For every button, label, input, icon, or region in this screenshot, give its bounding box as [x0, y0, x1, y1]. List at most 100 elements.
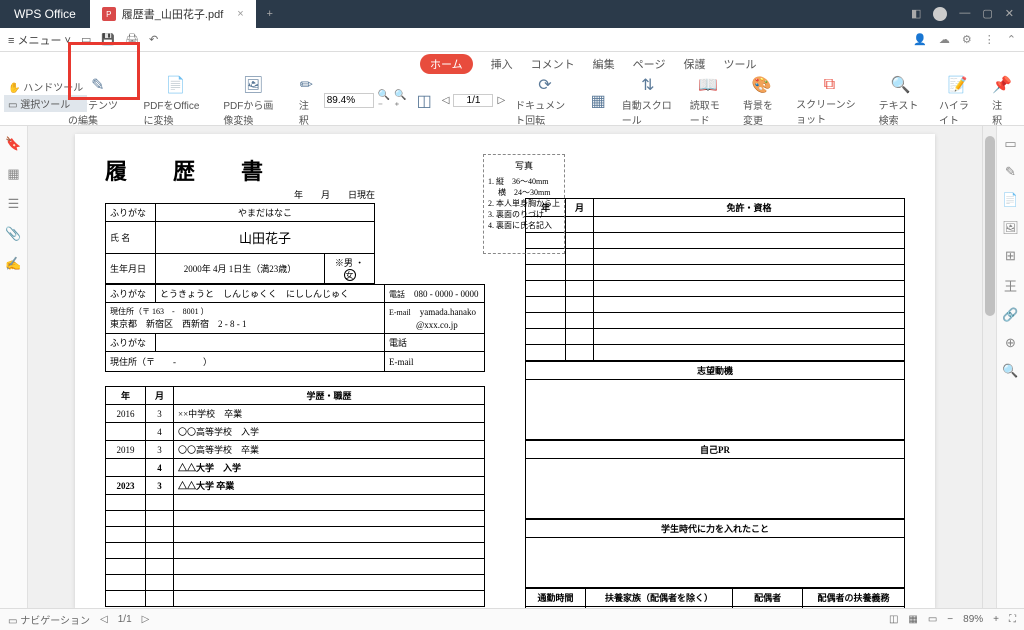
- screenshot-button[interactable]: ⧉スクリーンショット: [790, 76, 869, 126]
- left-sidebar: 🔖 ▦ ☰ 📎 ✍: [0, 126, 28, 608]
- rotate-icon: ⟳: [538, 75, 551, 95]
- sign-icon[interactable]: ✍: [5, 256, 21, 272]
- open-icon[interactable]: ▭: [81, 33, 91, 46]
- convert-icon: 📄: [165, 75, 185, 95]
- titlebar: WPS Office P 履歴書_山田花子.pdf × + ◧ — ▢ ✕: [0, 0, 1024, 28]
- pdf-icon: P: [102, 7, 116, 21]
- statusbar: ▭ ナビゲーション ◁ 1/1 ▷ ◫ ▦ ▭ − 89% + ⛶: [0, 608, 1024, 630]
- zoom-out-status[interactable]: −: [947, 614, 953, 625]
- highlight-icon: 📝: [948, 75, 968, 95]
- nav-toggle[interactable]: ▭ ナビゲーション: [8, 612, 90, 627]
- status-prev[interactable]: ◁: [100, 614, 108, 625]
- next-page-icon[interactable]: ▷: [497, 95, 505, 106]
- zoom-in-icon[interactable]: 🔍⁺: [394, 90, 406, 112]
- outline-icon[interactable]: ☰: [8, 196, 20, 212]
- layout-icon: ▦: [591, 91, 606, 111]
- bookmark-icon[interactable]: 🔖: [5, 136, 21, 152]
- tool5-icon[interactable]: ⊞: [1005, 248, 1016, 264]
- zoom-controls: 🔍⁻ 🔍⁺: [324, 90, 407, 112]
- page-input[interactable]: [453, 94, 493, 107]
- hand-tool[interactable]: ✋ ハンドツール: [4, 78, 87, 95]
- select-tool[interactable]: ▭ 選択ツール: [4, 95, 87, 112]
- tab-home[interactable]: ホーム: [420, 54, 473, 74]
- education-table: 年月学歴・職歴 20163××中学校 卒業 4〇〇高等学校 入学 20193〇〇…: [105, 386, 485, 607]
- thumbnail-icon[interactable]: ▦: [7, 166, 19, 182]
- student-table: 学生時代に力を入れたこと: [525, 519, 905, 588]
- zoom-out-icon[interactable]: 🔍⁻: [378, 90, 390, 112]
- cloud-icon[interactable]: ☁: [939, 33, 950, 46]
- layout-button[interactable]: ▦: [585, 91, 612, 111]
- tool9-icon[interactable]: 🔍: [1002, 363, 1018, 379]
- menu-dropdown[interactable]: ≡ メニュー ˅: [8, 32, 71, 48]
- annotate-icon: ✏: [300, 75, 313, 95]
- tool-select-group: ✋ ハンドツール ▭ 選択ツール: [4, 78, 87, 112]
- search-icon: 🔍: [891, 75, 911, 95]
- fit-icon: ◫: [417, 91, 432, 111]
- view3-icon[interactable]: ▭: [928, 614, 937, 625]
- table-row: 4〇〇高等学校 入学: [106, 423, 485, 441]
- zoom-in-status[interactable]: +: [993, 614, 999, 625]
- fullscreen-icon[interactable]: ⛶: [1009, 614, 1016, 625]
- table-row: 20163××中学校 卒業: [106, 405, 485, 423]
- tool4-icon[interactable]: 🖼: [1002, 220, 1019, 236]
- highlight-button[interactable]: 📝ハイライト: [933, 75, 982, 127]
- tab-comment[interactable]: コメント: [531, 56, 575, 72]
- pdf-to-office-button[interactable]: 📄PDFをOfficeに変換: [138, 75, 214, 127]
- tool1-icon[interactable]: ▭: [1004, 136, 1016, 152]
- tab-protect[interactable]: 保護: [683, 56, 705, 72]
- autoscroll-button[interactable]: ⇅自動スクロール: [616, 75, 680, 127]
- pr-table: 自己PR: [525, 440, 905, 519]
- new-tab-button[interactable]: +: [256, 8, 284, 20]
- prev-page-icon[interactable]: ◁: [442, 95, 450, 106]
- workspace: 🔖 ▦ ☰ 📎 ✍ 写真 1. 縦 36〜40mm 横 24〜30mm 2. 本…: [0, 126, 1024, 608]
- page-nav: ◁ ▷: [442, 94, 505, 107]
- vertical-scrollbar[interactable]: [982, 126, 996, 608]
- save-icon[interactable]: 💾: [101, 33, 115, 46]
- settings-icon[interactable]: ⚙: [962, 33, 972, 46]
- edit-icon: ✎: [91, 75, 104, 95]
- user2-icon[interactable]: 👤: [913, 33, 927, 46]
- view2-icon[interactable]: ▦: [908, 614, 917, 625]
- annotate-button[interactable]: ✏注釈: [293, 75, 320, 127]
- tab-filename: 履歴書_山田花子.pdf: [122, 6, 223, 22]
- fit-button[interactable]: ◫: [411, 91, 438, 111]
- pdf-page: 写真 1. 縦 36〜40mm 横 24〜30mm 2. 本人単身胸から上 3.…: [75, 134, 935, 608]
- user-icon[interactable]: [933, 7, 947, 21]
- table-row: 20233△△大学 卒業: [106, 477, 485, 495]
- print-icon[interactable]: 🖨: [125, 33, 139, 46]
- textsearch-button[interactable]: 🔍テキスト検索: [873, 75, 929, 127]
- status-next[interactable]: ▷: [142, 614, 150, 625]
- personal-info-table: ふりがなやまだはなこ 氏 名山田花子 生年月日2000年 4月 1日生（満23歳…: [105, 203, 375, 284]
- document-tab[interactable]: P 履歴書_山田花子.pdf ×: [90, 0, 256, 28]
- undo-icon[interactable]: ↶: [149, 33, 158, 46]
- annot2-button[interactable]: 📌注釈: [986, 75, 1018, 127]
- attach-icon[interactable]: 📎: [5, 226, 21, 242]
- tab-tool[interactable]: ツール: [723, 56, 756, 72]
- tab-edit[interactable]: 編集: [593, 56, 615, 72]
- tool8-icon[interactable]: ⊕: [1005, 335, 1016, 351]
- rotate-button[interactable]: ⟳ドキュメント回転: [509, 75, 580, 127]
- pdf-to-image-button[interactable]: 🖼PDFから画像変換: [217, 75, 288, 127]
- zoom-input[interactable]: [324, 93, 374, 108]
- motive-table: 志望動機: [525, 361, 905, 440]
- more-icon[interactable]: ⋮: [984, 33, 995, 46]
- tool3-icon[interactable]: 📄: [1002, 192, 1018, 208]
- scrollbar-thumb[interactable]: [985, 136, 995, 316]
- background-button[interactable]: 🎨背景を変更: [737, 75, 786, 127]
- collapse-icon[interactable]: ⌃: [1007, 33, 1016, 46]
- tool7-icon[interactable]: 🔗: [1002, 307, 1018, 323]
- skin-icon[interactable]: ◧: [911, 7, 921, 21]
- maximize-icon[interactable]: ▢: [982, 7, 992, 21]
- tab-page[interactable]: ページ: [633, 56, 666, 72]
- minimize-icon[interactable]: —: [959, 7, 970, 21]
- document-canvas[interactable]: 写真 1. 縦 36〜40mm 横 24〜30mm 2. 本人単身胸から上 3.…: [28, 126, 982, 608]
- tab-insert[interactable]: 挿入: [491, 56, 513, 72]
- tool6-icon[interactable]: 王: [1004, 276, 1017, 295]
- readmode-button[interactable]: 📖読取モード: [684, 75, 733, 127]
- right-sidebar: ▭ ✎ 📄 🖼 ⊞ 王 🔗 ⊕ 🔍: [996, 126, 1024, 608]
- window-controls: ◧ — ▢ ✕: [911, 7, 1024, 21]
- close-icon[interactable]: ✕: [1005, 7, 1014, 21]
- tool2-icon[interactable]: ✎: [1005, 164, 1016, 180]
- view1-icon[interactable]: ◫: [889, 614, 898, 625]
- tab-close-icon[interactable]: ×: [237, 8, 243, 20]
